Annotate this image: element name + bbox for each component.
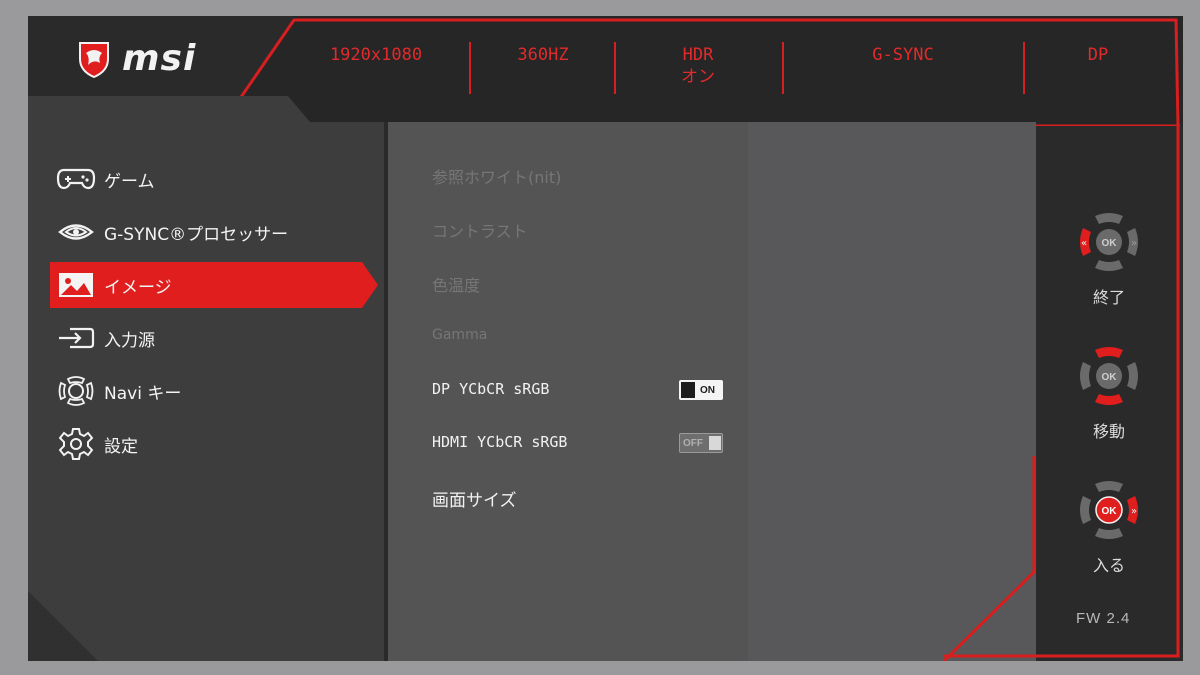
svg-text:»: » <box>1131 238 1137 249</box>
menu-item-label: G-SYNC®プロセッサー <box>104 224 289 245</box>
status-input: DP <box>1087 45 1109 65</box>
toggle-knob <box>681 382 695 398</box>
msi-dragon-shield-icon <box>79 41 109 78</box>
option-contrast: コントラスト <box>432 222 528 241</box>
menu-item-label: 入力源 <box>104 330 155 351</box>
menu-item-settings[interactable]: 設定 <box>50 421 362 467</box>
navi-key-exit-label: 終了 <box>1092 288 1125 307</box>
status-divider <box>782 42 784 94</box>
menu-item-game[interactable]: ゲーム <box>50 156 362 202</box>
status-divider <box>1023 42 1025 94</box>
option-reference-white: 参照ホワイト(nit) <box>432 168 562 187</box>
navi-key-icon <box>54 376 98 406</box>
gamepad-icon <box>54 164 98 194</box>
toggle-state: ON <box>700 384 715 396</box>
menu-item-label: Navi キー <box>104 383 182 404</box>
brand-name: msi <box>122 38 197 79</box>
dp-ycbcr-srgb-toggle[interactable]: ON <box>679 380 723 400</box>
navi-key-move-label: 移動 <box>1092 422 1125 441</box>
status-hdr: HDR オン <box>681 45 715 87</box>
svg-text:OK: OK <box>1102 506 1118 517</box>
navi-key-move-icon: OK <box>1080 347 1138 405</box>
firmware-version: FW 2.4 <box>1076 610 1131 627</box>
osd-window: msi 1920x1080 360HZ HDR オン G-SYNC DP ゲーム… <box>28 16 1183 661</box>
image-icon <box>54 270 98 300</box>
msi-logo: msi <box>74 38 196 79</box>
menu-item-image[interactable]: イメージ <box>50 262 362 308</box>
status-divider <box>614 42 616 94</box>
menu-item-label: イメージ <box>104 277 172 298</box>
option-screen-size[interactable]: 画面サイズ <box>432 486 517 511</box>
option-gamma: Gamma <box>432 327 488 343</box>
navi-key-exit-icon: OK « » <box>1080 213 1138 271</box>
menu-item-label: ゲーム <box>104 171 155 192</box>
hdmi-ycbcr-srgb-toggle[interactable]: OFF <box>679 433 723 453</box>
nvidia-eye-icon <box>54 217 98 247</box>
active-item-arrow <box>362 262 378 308</box>
svg-text:OK: OK <box>1102 372 1118 383</box>
navi-key-enter-label: 入る <box>1092 556 1125 575</box>
svg-text:OK: OK <box>1102 238 1118 249</box>
option-color-temperature: 色温度 <box>432 276 481 295</box>
toggle-state: OFF <box>683 437 703 449</box>
status-divider <box>469 42 471 94</box>
svg-text:«: « <box>1081 238 1087 249</box>
gear-icon <box>54 428 98 460</box>
toggle-knob <box>709 436 721 450</box>
menu-item-input-source[interactable]: 入力源 <box>50 315 362 361</box>
menu-item-navi-key[interactable]: Navi キー <box>50 368 362 414</box>
option-dp-ycbcr-srgb[interactable]: DP YCbCR sRGB <box>432 380 549 398</box>
menu-item-label: 設定 <box>104 436 138 457</box>
option-hdmi-ycbcr-srgb[interactable]: HDMI YCbCR sRGB <box>432 433 567 451</box>
menu-item-gsync-processor[interactable]: G-SYNC®プロセッサー <box>50 209 362 255</box>
svg-text:»: » <box>1131 506 1137 517</box>
status-gsync: G-SYNC <box>872 45 934 65</box>
status-refresh-rate: 360HZ <box>517 45 569 65</box>
status-resolution: 1920x1080 <box>329 45 423 65</box>
navi-key-enter-icon: OK » <box>1080 481 1138 539</box>
input-source-icon <box>54 323 98 353</box>
